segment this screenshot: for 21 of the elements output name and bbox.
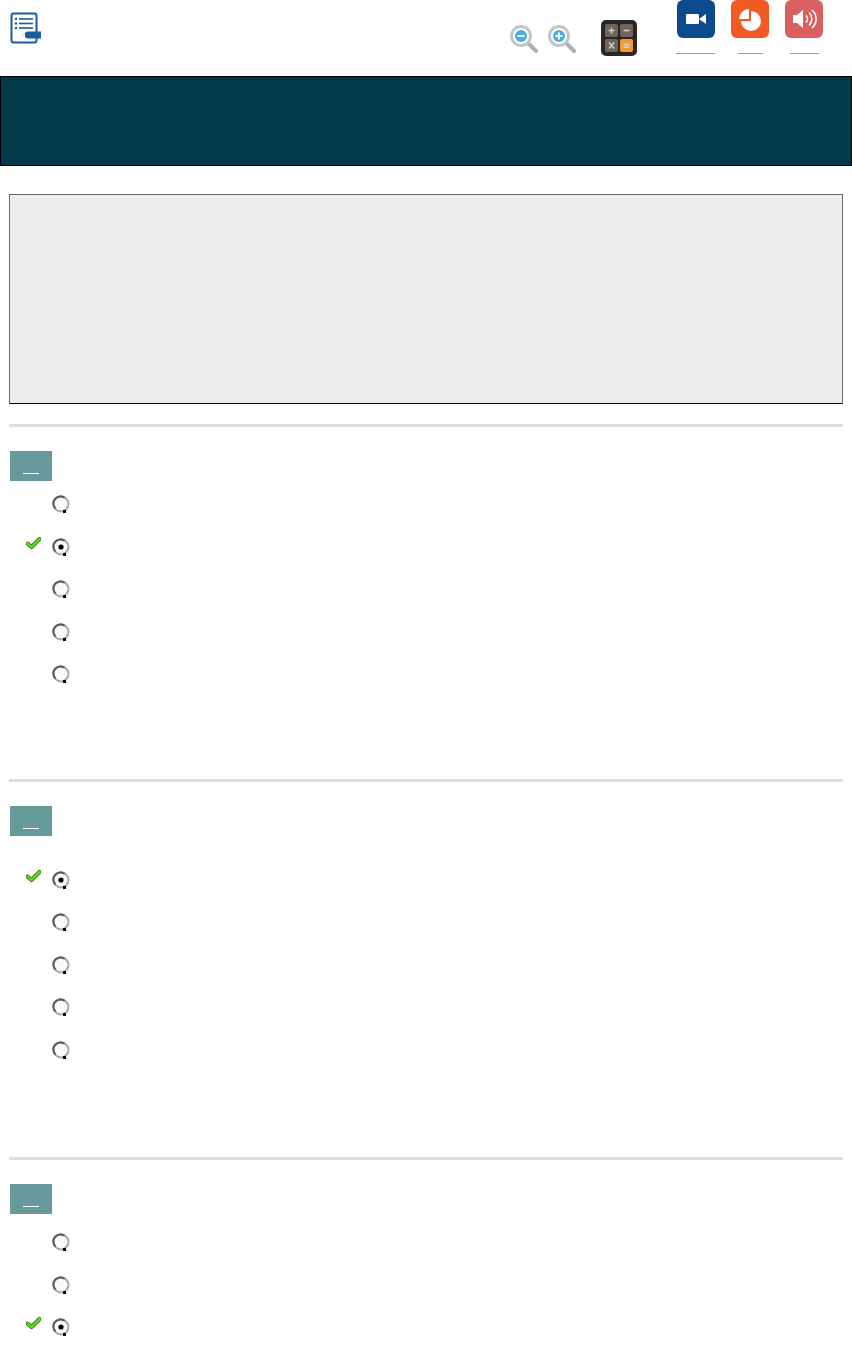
radio-button[interactable]: [52, 665, 70, 684]
radio-button[interactable]: [52, 870, 70, 889]
radio-button[interactable]: [52, 1040, 70, 1059]
radio-button[interactable]: [52, 998, 70, 1017]
question-badge: [10, 1184, 52, 1214]
radio-button[interactable]: [52, 1275, 70, 1294]
radio-button[interactable]: [52, 580, 70, 599]
question-badge: [10, 451, 52, 481]
radio-button[interactable]: [52, 1233, 70, 1252]
radio-button[interactable]: [52, 913, 70, 932]
question-badge: [10, 805, 52, 836]
radio-button[interactable]: [52, 537, 70, 556]
radio-button[interactable]: [52, 1318, 70, 1337]
speaker-icon[interactable]: [785, 0, 823, 38]
pie-chart-icon[interactable]: [731, 0, 769, 38]
radio-button[interactable]: [52, 495, 70, 514]
calculator-icon[interactable]: [601, 20, 637, 56]
video-camera-icon[interactable]: [676, 0, 715, 38]
document-list-icon[interactable]: [10, 12, 42, 44]
radio-button[interactable]: [52, 622, 70, 641]
radio-button[interactable]: [52, 955, 70, 974]
